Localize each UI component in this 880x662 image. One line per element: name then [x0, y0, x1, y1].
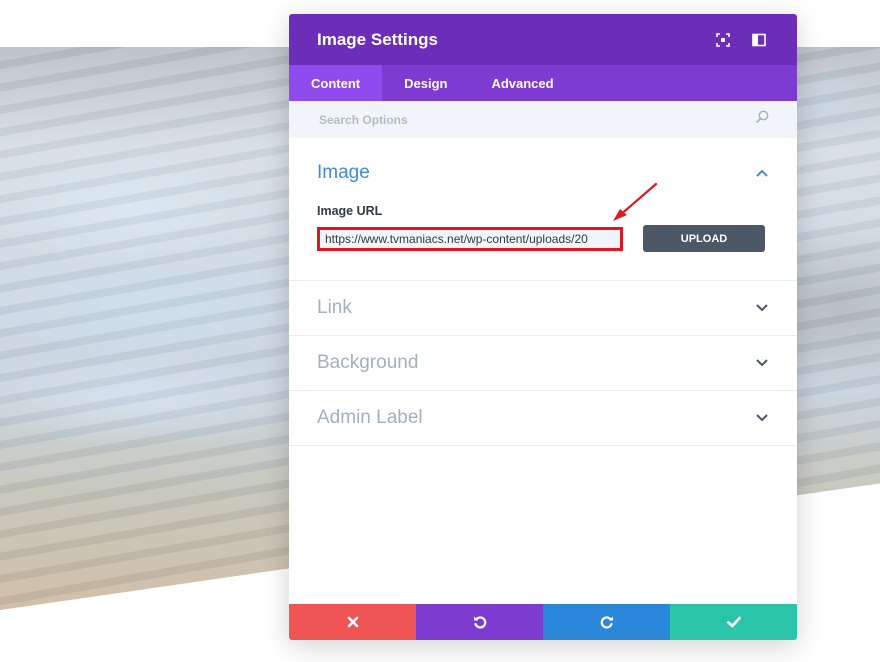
tab-content[interactable]: Content [289, 65, 383, 101]
expand-icon[interactable] [713, 30, 733, 50]
cancel-button[interactable] [289, 604, 416, 640]
undo-button[interactable] [416, 604, 543, 640]
link-section: Link [289, 281, 797, 336]
image-section-header[interactable]: Image [289, 138, 797, 208]
annotation-arrow [613, 182, 658, 221]
image-section: Image Image URL UPLOAD [289, 138, 797, 281]
link-section-header[interactable]: Link [289, 281, 797, 335]
check-icon [726, 616, 741, 628]
background-section-header[interactable]: Background [289, 336, 797, 390]
chevron-down-icon[interactable] [755, 356, 769, 370]
header-icons [713, 30, 769, 50]
image-url-row: UPLOAD [289, 225, 797, 252]
image-settings-modal: Image Settings Content Design Advanced S… [289, 14, 797, 640]
admin-label-section-header[interactable]: Admin Label [289, 391, 797, 445]
image-url-input[interactable] [317, 226, 623, 251]
search-input[interactable] [317, 111, 721, 128]
tab-advanced[interactable]: Advanced [469, 65, 575, 101]
modal-title: Image Settings [317, 29, 438, 49]
sidebar-toggle-icon[interactable] [749, 30, 769, 50]
admin-label-section: Admin Label [289, 391, 797, 446]
modal-footer [289, 604, 797, 640]
section-title-background: Background [317, 352, 419, 373]
image-url-label: Image URL [317, 204, 383, 218]
search-icon[interactable] [755, 110, 769, 129]
redo-button[interactable] [543, 604, 670, 640]
redo-icon [600, 616, 613, 629]
undo-icon [473, 616, 486, 629]
modal-header: Image Settings [289, 14, 797, 65]
chevron-up-icon[interactable] [755, 166, 769, 180]
section-title-link: Link [317, 297, 352, 318]
save-button[interactable] [670, 604, 797, 640]
chevron-down-icon[interactable] [755, 411, 769, 425]
search-bar [289, 101, 797, 138]
tab-bar: Content Design Advanced [289, 65, 797, 101]
section-title-image: Image [317, 162, 370, 183]
chevron-down-icon[interactable] [755, 301, 769, 315]
background-section: Background [289, 336, 797, 391]
upload-button[interactable]: UPLOAD [643, 225, 765, 252]
section-title-admin-label: Admin Label [317, 407, 423, 428]
tab-design[interactable]: Design [382, 65, 469, 101]
close-icon [347, 616, 358, 628]
